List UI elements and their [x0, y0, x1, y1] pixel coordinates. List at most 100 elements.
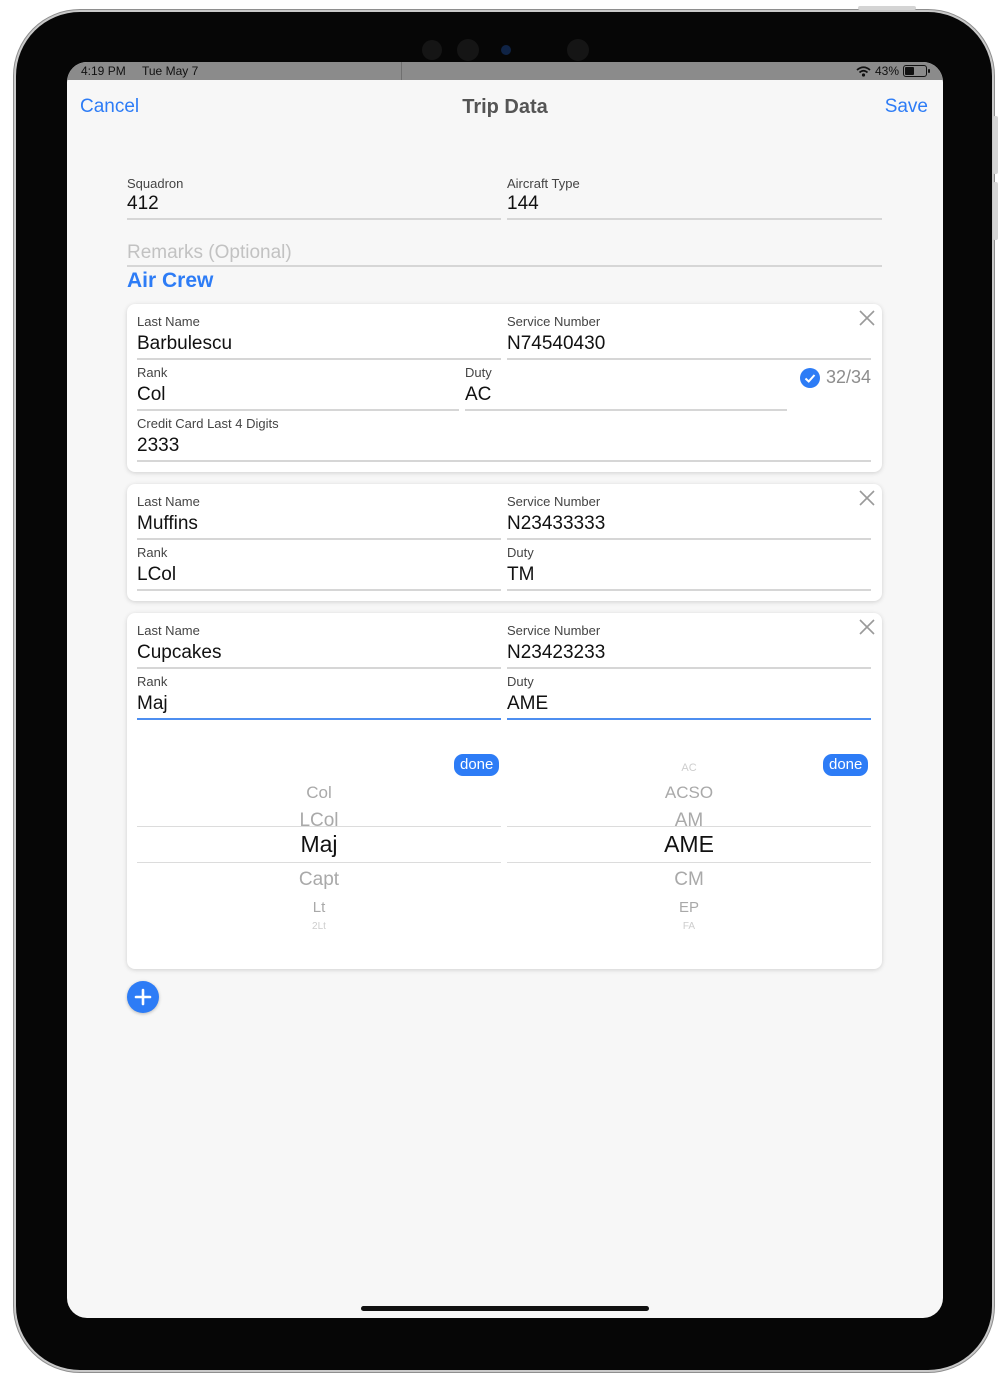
- crew-card: Last Name Barbulescu Service Number N745…: [127, 304, 882, 472]
- duty-value: AME: [507, 693, 549, 714]
- duty-picker[interactable]: AC ACSO AM AME CM EP FA: [507, 753, 871, 933]
- field-underline: [137, 589, 501, 591]
- picker-item[interactable]: Col: [137, 783, 501, 803]
- remarks-input[interactable]: Remarks (Optional): [127, 242, 292, 264]
- camera-lens: [457, 39, 479, 61]
- field-underline: [137, 667, 501, 669]
- field-underline: [137, 409, 459, 411]
- last-name-label: Last Name: [137, 623, 200, 638]
- crew-card: Last Name Cupcakes Service Number N23423…: [127, 613, 882, 969]
- add-crew-button[interactable]: [127, 981, 159, 1013]
- picker-selected-item[interactable]: Maj: [137, 831, 501, 858]
- credit-card-value: 2333: [137, 435, 180, 456]
- credit-card-label: Credit Card Last 4 Digits: [137, 416, 279, 431]
- rank-picker[interactable]: Col LCol Maj Capt Lt 2Lt: [137, 753, 501, 933]
- save-button[interactable]: Save: [885, 96, 928, 118]
- squadron-label: Squadron: [127, 176, 184, 191]
- field-underline: [127, 218, 501, 220]
- field-underline: [507, 218, 882, 220]
- field-underline: [137, 358, 501, 360]
- field-underline: [507, 538, 871, 540]
- split-divider: [401, 62, 402, 80]
- field-underline: [137, 538, 501, 540]
- last-name-value: Barbulescu: [137, 333, 233, 354]
- squadron-value: 412: [127, 193, 159, 214]
- aircraft-type-value: 144: [507, 193, 539, 214]
- picker-item[interactable]: Lt: [137, 899, 501, 916]
- rank-value: Maj: [137, 693, 168, 714]
- last-name-field[interactable]: Last Name Muffins: [137, 494, 501, 540]
- field-underline-active: [507, 718, 871, 720]
- top-button: [858, 6, 916, 10]
- page-title: Trip Data: [462, 96, 548, 118]
- last-name-label: Last Name: [137, 494, 200, 509]
- status-time: 4:19 PM: [81, 64, 126, 78]
- picker-item[interactable]: CM: [507, 869, 871, 891]
- duty-label: Duty: [465, 365, 492, 380]
- picker-selected-item[interactable]: AME: [507, 831, 871, 858]
- credit-card-field[interactable]: Credit Card Last 4 Digits 2333: [137, 416, 871, 462]
- service-number-field[interactable]: Service Number N23423233: [507, 623, 871, 669]
- picker-item[interactable]: Capt: [137, 869, 501, 891]
- aircraft-type-field[interactable]: Aircraft Type 144: [507, 176, 882, 220]
- camera-indicator: [501, 45, 511, 55]
- rank-field[interactable]: Rank LCol: [137, 545, 501, 591]
- app-screen: 4:19 PM Tue May 7 43% Cancel Trip Data S…: [67, 62, 943, 1318]
- rank-label: Rank: [137, 365, 168, 380]
- field-underline: [137, 460, 871, 462]
- crew-counter: 32/34: [799, 367, 871, 388]
- picker-item[interactable]: EP: [507, 899, 871, 916]
- picker-band-bottom: [137, 862, 501, 863]
- service-number-field[interactable]: Service Number N74540430: [507, 314, 871, 360]
- air-crew-heading: Air Crew: [127, 269, 214, 292]
- last-name-value: Muffins: [137, 513, 198, 534]
- picker-item[interactable]: FA: [507, 921, 871, 932]
- status-date: Tue May 7: [142, 64, 199, 78]
- picker-band-bottom: [507, 862, 871, 863]
- battery-level: [905, 67, 914, 75]
- duty-field[interactable]: Duty AME: [507, 674, 871, 720]
- rank-value: LCol: [137, 564, 177, 585]
- last-name-label: Last Name: [137, 314, 200, 329]
- field-underline: [507, 358, 871, 360]
- service-number-value: N23433333: [507, 513, 606, 534]
- picker-item[interactable]: AC: [507, 762, 871, 774]
- service-number-value: N23423233: [507, 642, 606, 663]
- last-name-field[interactable]: Last Name Barbulescu: [137, 314, 501, 360]
- field-underline: [465, 409, 787, 411]
- picker-item[interactable]: ACSO: [507, 783, 871, 803]
- picker-item[interactable]: LCol: [137, 810, 501, 832]
- rank-field[interactable]: Rank Maj: [137, 674, 501, 720]
- last-name-field[interactable]: Last Name Cupcakes: [137, 623, 501, 669]
- volume-down-button: [993, 182, 998, 240]
- crew-card: Last Name Muffins Service Number N234333…: [127, 484, 882, 601]
- sensor-dot: [422, 40, 442, 60]
- service-number-field[interactable]: Service Number N23433333: [507, 494, 871, 540]
- field-underline: [507, 589, 871, 591]
- checkmark-circle-icon: [799, 367, 820, 388]
- service-number-label: Service Number: [507, 623, 601, 638]
- home-indicator: [361, 1306, 649, 1311]
- remarks-underline: [127, 265, 882, 267]
- squadron-field[interactable]: Squadron 412: [127, 176, 501, 220]
- service-number-value: N74540430: [507, 333, 606, 354]
- picker-item[interactable]: AM: [507, 810, 871, 832]
- battery-percent: 43%: [874, 64, 899, 78]
- duty-field[interactable]: Duty AC: [465, 365, 787, 411]
- rank-label: Rank: [137, 545, 168, 560]
- rank-field[interactable]: Rank Col: [137, 365, 459, 411]
- duty-label: Duty: [507, 545, 534, 560]
- rank-value: Col: [137, 384, 166, 405]
- picker-item[interactable]: 2Lt: [137, 921, 501, 932]
- aircraft-type-label: Aircraft Type: [507, 176, 580, 191]
- duty-field[interactable]: Duty TM: [507, 545, 871, 591]
- status-bar: 4:19 PM Tue May 7 43%: [67, 62, 943, 80]
- field-underline-active: [137, 718, 501, 720]
- service-number-label: Service Number: [507, 494, 601, 509]
- last-name-value: Cupcakes: [137, 642, 222, 663]
- service-number-label: Service Number: [507, 314, 601, 329]
- wifi-icon: [856, 65, 871, 77]
- rank-label: Rank: [137, 674, 168, 689]
- crew-counter-text: 32/34: [825, 367, 871, 387]
- plus-circle-icon: [134, 988, 152, 1006]
